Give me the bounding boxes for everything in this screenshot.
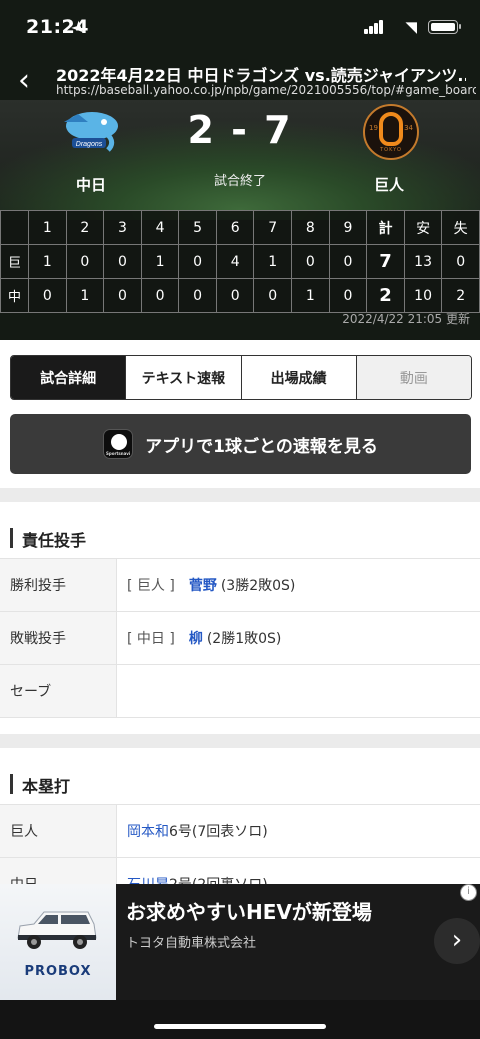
total-cell: 7	[366, 244, 405, 279]
table-row: 巨人 岡本和 6号(7回表ソロ)	[0, 805, 480, 858]
loss-pitcher-link[interactable]: 柳	[189, 628, 203, 648]
tab-text-live[interactable]: テキスト速報	[126, 356, 242, 399]
loss-pitcher-label: 敗戦投手	[0, 612, 117, 664]
inning-cell: 0	[253, 278, 293, 313]
homerun-team-label: 巨人	[0, 805, 117, 857]
errors-cell: 0	[441, 244, 480, 279]
inning-cell: 0	[328, 278, 368, 313]
header-cell: 9	[328, 210, 368, 245]
loss-pitcher-record: (2勝1敗0S)	[206, 631, 282, 647]
header-cell: 6	[215, 210, 255, 245]
header-cell: 1	[28, 210, 67, 245]
inning-cell: 0	[215, 278, 255, 313]
win-pitcher-link[interactable]: 菅野	[189, 575, 217, 595]
battery-icon	[428, 20, 461, 34]
game-header: 21:24 ➤ ◥ ‹ 2022年4月22日 中日ドラゴンズ vs.読売ジャイア…	[0, 0, 480, 340]
section-marker	[10, 774, 13, 794]
section-divider	[0, 734, 480, 748]
loss-pitcher-team: [ 中日 ]	[127, 631, 175, 647]
save-pitcher-value	[117, 665, 480, 717]
homeruns-section-title: 本塁打	[22, 777, 71, 796]
game-tabs: 試合詳細 テキスト速報 出場成績 動画	[10, 355, 472, 400]
inning-cell: 0	[328, 244, 368, 279]
inning-cell: 0	[178, 278, 217, 313]
linescore-table: 1 2 3 4 5 6 7 8 9 計 安 失 巨 1 0 0 1 0 4 1 …	[0, 210, 480, 313]
open-app-label: アプリで1球ごとの速報を見る	[145, 436, 378, 457]
team-cell: 巨	[0, 244, 29, 279]
pitchers-table: 勝利投手 [ 巨人 ] 菅野 (3勝2敗0S) 敗戦投手 [ 中日 ] 柳 (2…	[0, 558, 480, 718]
section-divider	[0, 488, 480, 502]
header-cell: 7	[253, 210, 293, 245]
ad-advertiser: トヨタ自動車株式会社	[126, 936, 257, 951]
win-pitcher-team: [ 巨人 ]	[127, 578, 175, 594]
home-indicator[interactable]	[154, 1024, 326, 1029]
linescore-header-row: 1 2 3 4 5 6 7 8 9 計 安 失	[0, 210, 480, 245]
open-app-button[interactable]: Sportsnavi アプリで1球ごとの速報を見る	[10, 414, 471, 474]
final-score: 2 - 7	[187, 108, 293, 152]
header-cell: 5	[178, 210, 217, 245]
ad-banner[interactable]: PROBOX お求めやすいHEVが新登場 トヨタ自動車株式会社 i ›	[0, 884, 480, 1000]
inning-cell: 0	[28, 278, 67, 313]
inning-cell: 0	[140, 278, 180, 313]
header-cell	[0, 210, 29, 245]
car-image	[17, 911, 97, 949]
homerun-player-link[interactable]: 岡本和	[127, 821, 169, 841]
header-cell: 2	[65, 210, 105, 245]
chevron-right-icon[interactable]: ›	[434, 918, 480, 964]
inning-cell: 0	[103, 244, 142, 279]
inning-cell: 0	[103, 278, 142, 313]
game-status: 試合終了	[213, 174, 266, 189]
linescore-row-dragons: 中 0 1 0 0 0 0 0 1 0 2 10 2	[0, 278, 480, 313]
cellular-signal-icon	[364, 20, 384, 34]
inning-cell: 1	[291, 278, 330, 313]
win-pitcher-record: (3勝2敗0S)	[220, 578, 296, 594]
updated-timestamp: 2022/4/22 21:05 更新	[342, 312, 470, 326]
app-icon-label: Sportsnavi	[106, 451, 131, 456]
inning-cell: 0	[65, 244, 105, 279]
pitchers-section-header: 責任投手	[0, 518, 480, 558]
inning-cell: 1	[140, 244, 180, 279]
table-row: セーブ	[0, 665, 480, 718]
save-pitcher-label: セーブ	[0, 665, 117, 717]
header-cell-hits: 安	[403, 210, 443, 245]
team-cell: 中	[0, 278, 29, 313]
ad-brand: PROBOX	[24, 964, 92, 979]
header-cell: 8	[291, 210, 330, 245]
inning-cell: 1	[65, 278, 105, 313]
tab-video: 動画	[356, 356, 471, 399]
ad-image: PROBOX	[0, 884, 116, 1000]
home-indicator-area	[0, 1000, 480, 1039]
linescore-row-giants: 巨 1 0 0 1 0 4 1 0 0 7 13 0	[0, 244, 480, 279]
header-cell-errors: 失	[441, 210, 480, 245]
tab-player-stats[interactable]: 出場成績	[241, 356, 357, 399]
inning-cell: 1	[28, 244, 67, 279]
header-cell: 4	[140, 210, 180, 245]
tab-game-detail[interactable]: 試合詳細	[11, 356, 127, 399]
header-cell-total: 計	[366, 210, 405, 245]
sportsnavi-app-icon: Sportsnavi	[103, 429, 134, 459]
hits-cell: 13	[403, 244, 443, 279]
inning-cell: 0	[291, 244, 330, 279]
table-row: 勝利投手 [ 巨人 ] 菅野 (3勝2敗0S)	[0, 559, 480, 612]
status-bar: 21:24 ➤ ◥	[0, 0, 480, 56]
inning-cell: 4	[215, 244, 255, 279]
homeruns-section-header: 本塁打	[0, 764, 480, 804]
homerun-detail: 6号(7回表ソロ)	[169, 824, 268, 840]
ad-title: お求めやすいHEVが新登場	[126, 900, 372, 924]
header-cell: 3	[103, 210, 142, 245]
hits-cell: 10	[403, 278, 443, 313]
wifi-icon: ◥	[405, 18, 417, 36]
errors-cell: 2	[441, 278, 480, 313]
table-row: 敗戦投手 [ 中日 ] 柳 (2勝1敗0S)	[0, 612, 480, 665]
total-cell: 2	[366, 278, 405, 313]
inning-cell: 0	[178, 244, 217, 279]
inning-cell: 1	[253, 244, 293, 279]
ad-info-icon[interactable]: i	[460, 884, 477, 901]
back-button[interactable]: ‹	[18, 66, 30, 96]
section-marker	[10, 528, 13, 548]
page-url: https://baseball.yahoo.co.jp/npb/game/20…	[56, 83, 476, 97]
pitchers-section-title: 責任投手	[22, 531, 87, 550]
win-pitcher-label: 勝利投手	[0, 559, 117, 611]
